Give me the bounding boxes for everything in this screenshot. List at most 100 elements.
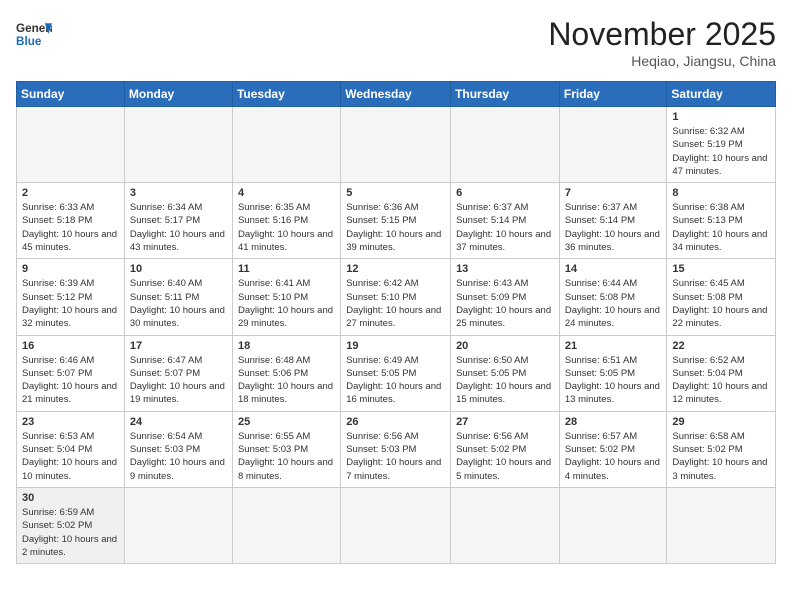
calendar-day-cell [232,107,340,183]
weekday-header: Friday [559,82,667,107]
calendar-day-cell [341,487,451,563]
logo-icon: General Blue [16,16,52,52]
calendar-day-cell: 10Sunrise: 6:40 AMSunset: 5:11 PMDayligh… [124,259,232,335]
day-info: Sunrise: 6:35 AMSunset: 5:16 PMDaylight:… [238,201,335,254]
month-title: November 2025 [548,16,776,53]
day-number: 1 [672,111,770,123]
calendar-day-cell: 22Sunrise: 6:52 AMSunset: 5:04 PMDayligh… [667,335,776,411]
day-number: 22 [672,340,770,352]
day-info: Sunrise: 6:45 AMSunset: 5:08 PMDaylight:… [672,277,770,330]
page-header: General Blue November 2025 Heqiao, Jiang… [16,16,776,69]
day-info: Sunrise: 6:47 AMSunset: 5:07 PMDaylight:… [130,354,227,407]
calendar-week-row: 2Sunrise: 6:33 AMSunset: 5:18 PMDaylight… [17,183,776,259]
day-number: 9 [22,263,119,275]
calendar-day-cell: 11 Sunrise: 6:41 AMSunset: 5:10 PMDayligh… [232,259,340,335]
day-info: Sunrise: 6:50 AMSunset: 5:05 PMDaylight:… [456,354,554,407]
calendar-week-row: 23Sunrise: 6:53 AMSunset: 5:04 PMDayligh… [17,411,776,487]
day-number: 7 [565,187,662,199]
calendar-day-cell: 26 Sunrise: 6:56 AMSunset: 5:03 PMDayligh… [341,411,451,487]
calendar-day-cell: 16Sunrise: 6:46 AMSunset: 5:07 PMDayligh… [17,335,125,411]
calendar-week-row: 9 Sunrise: 6:39 AMSunset: 5:12 PMDaylight… [17,259,776,335]
calendar-header-row: SundayMondayTuesdayWednesdayThursdayFrid… [17,82,776,107]
calendar-day-cell [232,487,340,563]
day-number: 25 [238,416,335,428]
day-info: Sunrise: 6:58 AMSunset: 5:02 PMDaylight:… [672,430,770,483]
calendar-day-cell: 14Sunrise: 6:44 AMSunset: 5:08 PMDayligh… [559,259,667,335]
day-info: Sunrise: 6:53 AMSunset: 5:04 PMDaylight:… [22,430,119,483]
day-number: 27 [456,416,554,428]
calendar-day-cell [559,487,667,563]
calendar-day-cell: 3Sunrise: 6:34 AMSunset: 5:17 PMDaylight… [124,183,232,259]
day-info: Sunrise: 6:33 AMSunset: 5:18 PMDaylight:… [22,201,119,254]
day-number: 13 [456,263,554,275]
calendar-day-cell: 13 Sunrise: 6:43 AMSunset: 5:09 PMDayligh… [451,259,560,335]
day-number: 30 [22,492,119,504]
day-number: 28 [565,416,662,428]
day-number: 12 [346,263,445,275]
day-number: 26 [346,416,445,428]
calendar-day-cell [667,487,776,563]
calendar-day-cell: 19 Sunrise: 6:49 AMSunset: 5:05 PMDayligh… [341,335,451,411]
day-info: Sunrise: 6:59 AMSunset: 5:02 PMDaylight:… [22,506,119,559]
day-number: 21 [565,340,662,352]
calendar-day-cell [17,107,125,183]
calendar-day-cell [124,487,232,563]
calendar-day-cell [451,487,560,563]
calendar-day-cell [341,107,451,183]
day-info: Sunrise: 6:49 AMSunset: 5:05 PMDaylight:… [346,354,445,407]
calendar-day-cell [124,107,232,183]
day-number: 5 [346,187,445,199]
calendar-day-cell: 8Sunrise: 6:38 AMSunset: 5:13 PMDaylight… [667,183,776,259]
calendar-day-cell: 25 Sunrise: 6:55 AMSunset: 5:03 PMDayligh… [232,411,340,487]
day-number: 3 [130,187,227,199]
calendar-day-cell: 6 Sunrise: 6:37 AMSunset: 5:14 PMDaylight… [451,183,560,259]
calendar-week-row: 16Sunrise: 6:46 AMSunset: 5:07 PMDayligh… [17,335,776,411]
calendar-day-cell: 5 Sunrise: 6:36 AMSunset: 5:15 PMDaylight… [341,183,451,259]
weekday-header: Monday [124,82,232,107]
day-info: Sunrise: 6:57 AMSunset: 5:02 PMDaylight:… [565,430,662,483]
day-info: Sunrise: 6:41 AMSunset: 5:10 PMDaylight:… [238,277,335,330]
day-number: 8 [672,187,770,199]
day-number: 29 [672,416,770,428]
day-info: Sunrise: 6:55 AMSunset: 5:03 PMDaylight:… [238,430,335,483]
logo: General Blue [16,16,52,52]
calendar-day-cell: 30 Sunrise: 6:59 AMSunset: 5:02 PMDayligh… [17,487,125,563]
weekday-header: Tuesday [232,82,340,107]
day-info: Sunrise: 6:32 AMSunset: 5:19 PMDaylight:… [672,125,770,178]
weekday-header: Saturday [667,82,776,107]
day-number: 17 [130,340,227,352]
calendar-day-cell: 27 Sunrise: 6:56 AMSunset: 5:02 PMDayligh… [451,411,560,487]
day-info: Sunrise: 6:42 AMSunset: 5:10 PMDaylight:… [346,277,445,330]
day-number: 4 [238,187,335,199]
svg-text:Blue: Blue [16,35,42,48]
calendar-day-cell [559,107,667,183]
day-number: 19 [346,340,445,352]
calendar-day-cell [451,107,560,183]
day-info: Sunrise: 6:56 AMSunset: 5:03 PMDaylight:… [346,430,445,483]
calendar-week-row: 1 Sunrise: 6:32 AMSunset: 5:19 PMDaylight… [17,107,776,183]
calendar-day-cell: 9 Sunrise: 6:39 AMSunset: 5:12 PMDaylight… [17,259,125,335]
day-info: Sunrise: 6:48 AMSunset: 5:06 PMDaylight:… [238,354,335,407]
day-info: Sunrise: 6:37 AMSunset: 5:14 PMDaylight:… [456,201,554,254]
calendar-day-cell: 15Sunrise: 6:45 AMSunset: 5:08 PMDayligh… [667,259,776,335]
day-number: 6 [456,187,554,199]
calendar-day-cell: 23Sunrise: 6:53 AMSunset: 5:04 PMDayligh… [17,411,125,487]
day-info: Sunrise: 6:43 AMSunset: 5:09 PMDaylight:… [456,277,554,330]
day-info: Sunrise: 6:36 AMSunset: 5:15 PMDaylight:… [346,201,445,254]
calendar-day-cell: 17 Sunrise: 6:47 AMSunset: 5:07 PMDayligh… [124,335,232,411]
day-number: 24 [130,416,227,428]
calendar-day-cell: 20Sunrise: 6:50 AMSunset: 5:05 PMDayligh… [451,335,560,411]
calendar-table: SundayMondayTuesdayWednesdayThursdayFrid… [16,81,776,564]
calendar-day-cell: 4 Sunrise: 6:35 AMSunset: 5:16 PMDaylight… [232,183,340,259]
calendar-week-row: 30 Sunrise: 6:59 AMSunset: 5:02 PMDayligh… [17,487,776,563]
weekday-header: Sunday [17,82,125,107]
day-info: Sunrise: 6:54 AMSunset: 5:03 PMDaylight:… [130,430,227,483]
weekday-header: Wednesday [341,82,451,107]
day-info: Sunrise: 6:37 AMSunset: 5:14 PMDaylight:… [565,201,662,254]
day-number: 11 [238,263,335,275]
location: Heqiao, Jiangsu, China [548,53,776,69]
day-info: Sunrise: 6:56 AMSunset: 5:02 PMDaylight:… [456,430,554,483]
day-number: 16 [22,340,119,352]
calendar-day-cell: 29 Sunrise: 6:58 AMSunset: 5:02 PMDayligh… [667,411,776,487]
day-info: Sunrise: 6:39 AMSunset: 5:12 PMDaylight:… [22,277,119,330]
